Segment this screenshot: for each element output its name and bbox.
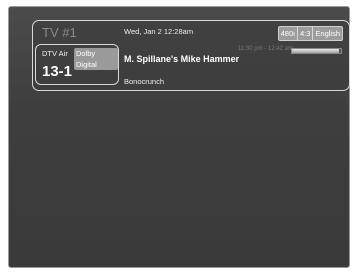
- program-description: Bonocrunch: [124, 77, 165, 86]
- program-time-range: 11:30 pm - 12:42 am: [238, 46, 293, 52]
- program-title: M. Spillane's Mike Hammer: [124, 54, 240, 64]
- program-progress-fill: [292, 49, 339, 53]
- tv-name: TV #1: [42, 25, 77, 40]
- resolution-badge: 480i: [279, 27, 298, 40]
- language-badge: English: [315, 29, 340, 38]
- channel-box: DTV Air Dolby Digital 13-1: [35, 44, 119, 85]
- channel-info-banner: TV #1 Wed, Jan 2 12:28am 480i 4:3 Englis…: [32, 20, 350, 91]
- audio-format-badge: Dolby Digital: [74, 48, 118, 70]
- channel-number: 13-1: [42, 63, 73, 80]
- tv-screen: TV #1 Wed, Jan 2 12:28am 480i 4:3 Englis…: [8, 6, 350, 268]
- date-time: Wed, Jan 2 12:28am: [124, 27, 194, 36]
- channel-source: DTV Air: [42, 49, 68, 58]
- program-progress-bar: [291, 48, 342, 54]
- aspect-ratio-badge: 4:3: [298, 27, 314, 40]
- stream-info-badges: 480i 4:3 English: [277, 26, 343, 41]
